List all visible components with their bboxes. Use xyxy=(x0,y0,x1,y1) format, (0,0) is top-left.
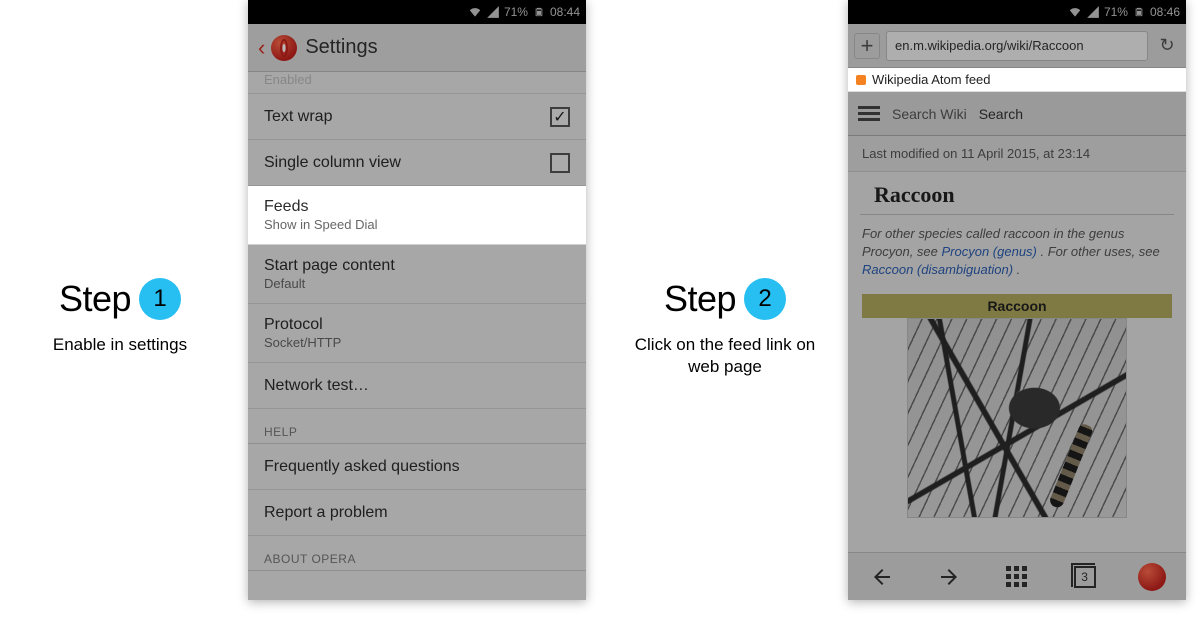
checkbox-unchecked-icon[interactable] xyxy=(550,153,570,173)
step-caption: Enable in settings xyxy=(20,334,220,356)
opera-logo-icon xyxy=(1138,563,1166,591)
speed-dial-button[interactable] xyxy=(997,557,1037,597)
menu-icon[interactable] xyxy=(858,106,880,122)
row-label: Network test… xyxy=(264,377,570,395)
row-label: Feeds xyxy=(264,198,570,216)
wiki-search-placeholder[interactable]: Search Wiki xyxy=(892,106,967,122)
back-icon[interactable]: ‹ xyxy=(258,35,265,61)
settings-row-start-page[interactable]: Start page content Default xyxy=(248,245,586,304)
wifi-icon xyxy=(1068,5,1082,19)
clock: 08:46 xyxy=(1150,5,1180,19)
infobox: Raccoon xyxy=(862,294,1172,518)
android-statusbar: 71% 08:44 xyxy=(248,0,586,24)
notification-icon xyxy=(254,5,268,19)
article-title: Raccoon xyxy=(860,172,1174,215)
reload-icon[interactable]: ↻ xyxy=(1154,35,1180,56)
url-field[interactable]: en.m.wikipedia.org/wiki/Raccoon xyxy=(886,31,1148,61)
row-label: Single column view xyxy=(264,154,570,172)
notification-icon xyxy=(854,5,868,19)
section-header-about: ABOUT OPERA xyxy=(248,536,586,571)
row-label: Protocol xyxy=(264,316,570,334)
infobox-header: Raccoon xyxy=(862,294,1172,318)
hatnote-text: . xyxy=(1017,262,1021,277)
phone-settings: 71% 08:44 ‹ Settings Enabled Text wrap ✓… xyxy=(248,0,586,600)
url-text: en.m.wikipedia.org/wiki/Raccoon xyxy=(895,38,1084,53)
wiki-search-button[interactable]: Search xyxy=(979,106,1023,122)
row-label: Start page content xyxy=(264,257,570,275)
row-sublabel: Show in Speed Dial xyxy=(264,217,570,232)
android-statusbar: 71% 08:46 xyxy=(848,0,1186,24)
wiki-header: Search Wiki Search xyxy=(848,92,1186,136)
tabs-button[interactable]: 3 xyxy=(1065,557,1105,597)
tabs-icon: 3 xyxy=(1074,566,1096,588)
notification-icon xyxy=(872,5,886,19)
battery-percent: 71% xyxy=(1104,5,1128,19)
signal-icon xyxy=(486,5,500,19)
row-label: Report a problem xyxy=(264,504,570,522)
row-label: Text wrap xyxy=(264,108,570,126)
checkbox-checked-icon[interactable]: ✓ xyxy=(550,107,570,127)
infobox-image[interactable] xyxy=(907,318,1127,518)
hatnote-text: . For other uses, see xyxy=(1041,244,1160,259)
settings-header: ‹ Settings xyxy=(248,24,586,72)
tabs-count: 3 xyxy=(1081,570,1088,584)
settings-row-protocol[interactable]: Protocol Socket/HTTP xyxy=(248,304,586,363)
lastmod-text: Last modified on 11 April 2015, at 23:14 xyxy=(848,136,1186,172)
hatnote: For other species called raccoon in the … xyxy=(848,215,1186,290)
feed-label: Wikipedia Atom feed xyxy=(872,72,991,87)
rss-icon xyxy=(856,75,866,85)
forward-button[interactable] xyxy=(929,557,969,597)
clock: 08:44 xyxy=(550,5,580,19)
settings-title: Settings xyxy=(305,36,377,59)
speed-dial-icon xyxy=(1006,566,1028,588)
hatnote-link[interactable]: Raccoon (disambiguation) xyxy=(862,262,1013,277)
step-1-block: Step 1 Enable in settings xyxy=(20,278,220,356)
row-sublabel: Default xyxy=(264,276,570,291)
hatnote-link[interactable]: Procyon (genus) xyxy=(942,244,1037,259)
feed-link-bar[interactable]: Wikipedia Atom feed xyxy=(848,68,1186,92)
step-caption: Click on the feed link on web page xyxy=(625,334,825,378)
opera-menu-button[interactable] xyxy=(1132,557,1172,597)
new-tab-button[interactable]: + xyxy=(854,33,880,59)
settings-row-single-column[interactable]: Single column view xyxy=(248,140,586,186)
step-2-block: Step 2 Click on the feed link on web pag… xyxy=(625,278,825,378)
battery-icon xyxy=(1132,5,1146,19)
settings-row-text-wrap[interactable]: Text wrap ✓ xyxy=(248,94,586,140)
battery-icon xyxy=(532,5,546,19)
settings-row-faq[interactable]: Frequently asked questions xyxy=(248,444,586,490)
phone-browser: 71% 08:46 + en.m.wikipedia.org/wiki/Racc… xyxy=(848,0,1186,600)
wifi-icon xyxy=(468,5,482,19)
section-header-help: HELP xyxy=(248,409,586,444)
step-number-badge: 2 xyxy=(744,278,786,320)
settings-row-feeds[interactable]: Feeds Show in Speed Dial xyxy=(248,186,586,245)
settings-row-network-test[interactable]: Network test… xyxy=(248,363,586,409)
row-label: Enabled xyxy=(264,72,570,87)
browser-toolbar: 3 xyxy=(848,552,1186,600)
row-sublabel: Socket/HTTP xyxy=(264,335,570,350)
step-number-badge: 1 xyxy=(139,278,181,320)
back-button[interactable] xyxy=(862,557,902,597)
row-label: Frequently asked questions xyxy=(264,458,570,476)
signal-icon xyxy=(1086,5,1100,19)
opera-logo-icon xyxy=(271,35,297,61)
step-word: Step xyxy=(664,278,736,320)
settings-row-report[interactable]: Report a problem xyxy=(248,490,586,536)
settings-row-enabled[interactable]: Enabled xyxy=(248,72,586,94)
step-word: Step xyxy=(59,278,131,320)
address-bar: + en.m.wikipedia.org/wiki/Raccoon ↻ xyxy=(848,24,1186,68)
battery-percent: 71% xyxy=(504,5,528,19)
